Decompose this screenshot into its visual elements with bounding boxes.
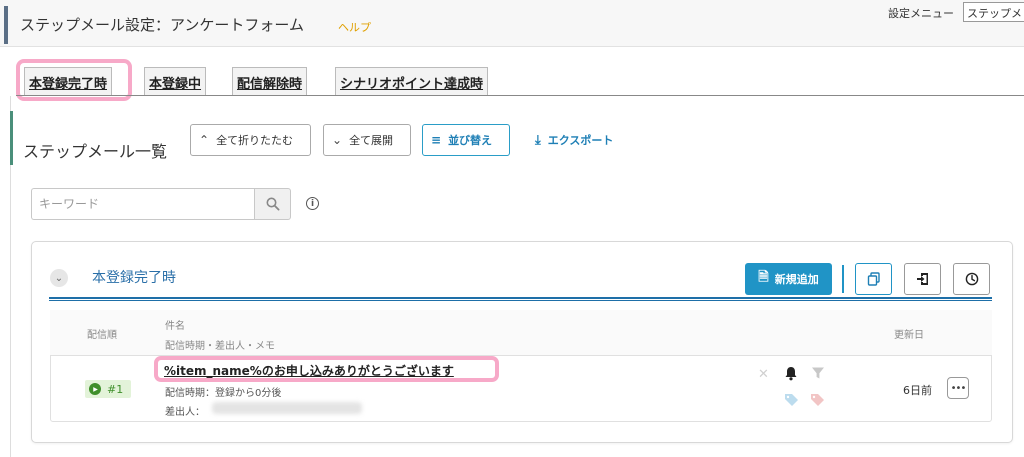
collapse-all-label: 全て折りたたむ xyxy=(216,134,294,147)
mail-sender-label: 差出人： xyxy=(165,407,205,418)
tab-scenario-point[interactable]: シナリオポイント達成時 xyxy=(335,67,489,95)
info-icon[interactable]: i xyxy=(306,197,319,210)
column-header-timing-sender-memo: 配信時期・差出人・メモ xyxy=(165,341,275,352)
mail-timing: 配信時期：登録から0分後 xyxy=(165,388,282,399)
sort-lines-icon: ≡ xyxy=(431,133,442,147)
tab-haishin-kaijo[interactable]: 配信解除時 xyxy=(232,67,308,95)
settings-menu-label: 設定メニュー xyxy=(888,7,954,20)
list-accent-bar xyxy=(10,111,13,165)
mail-subject-link[interactable]: %item_name%のお申し込みありがとうございます xyxy=(164,362,454,379)
copy-button[interactable] xyxy=(855,263,892,295)
mail-updated: 6日前 xyxy=(903,384,932,397)
export-button[interactable]: ⤓ エクスポート xyxy=(527,124,632,156)
funnel-shape xyxy=(812,367,824,379)
delivery-order-badge[interactable]: ▶ #1 xyxy=(85,380,131,398)
new-add-button[interactable]: 🗎 新規追加 xyxy=(745,263,832,295)
sort-button[interactable]: ≡ 並び替え xyxy=(422,124,510,156)
copy-icon xyxy=(867,272,880,286)
column-header-subject: 件名 xyxy=(165,321,185,332)
tag-red-icon[interactable] xyxy=(810,393,825,412)
header-accent-bar xyxy=(4,6,8,44)
play-icon: ▶ xyxy=(89,383,101,395)
filter-icon[interactable] xyxy=(811,366,825,384)
sort-label: 並び替え xyxy=(448,134,493,147)
chevron-up-icon: ⌃ xyxy=(199,133,210,147)
download-icon: ⤓ xyxy=(535,132,541,148)
new-add-label: 新規追加 xyxy=(774,273,819,286)
add-document-icon: 🗎 xyxy=(758,270,769,285)
search-button[interactable] xyxy=(254,188,291,220)
tag-shape-blue xyxy=(785,394,798,406)
settings-menu-select[interactable]: ステップメ xyxy=(963,2,1024,22)
history-button[interactable] xyxy=(953,263,990,295)
collapse-all-button[interactable]: ⌃ 全て折りたたむ xyxy=(190,124,311,156)
chevron-down-icon: ⌄ xyxy=(332,133,343,147)
bell-icon[interactable] xyxy=(784,366,798,385)
page-title: ステップメール設定：アンケートフォーム xyxy=(20,16,304,34)
tab-honorouku-chu[interactable]: 本登録中 xyxy=(144,67,207,95)
column-header-updated: 更新日 xyxy=(894,330,924,341)
expand-all-label: 全て展開 xyxy=(349,134,394,147)
magnifier-icon xyxy=(266,197,280,211)
delivery-order-number: #1 xyxy=(107,382,124,396)
export-label: エクスポート xyxy=(547,134,614,147)
group-toolbar-separator xyxy=(842,265,844,293)
expand-all-button[interactable]: ⌄ 全て展開 xyxy=(323,124,411,156)
import-icon xyxy=(916,273,928,285)
mail-sender-blurred xyxy=(212,402,362,414)
clock-icon xyxy=(965,272,978,286)
list-title: ステップメール一覧 xyxy=(23,142,168,161)
tag-blue-icon[interactable] xyxy=(784,393,799,412)
import-button[interactable] xyxy=(904,263,941,295)
mute-icon[interactable]: ✕ xyxy=(758,367,769,382)
group-title-rule xyxy=(49,297,992,301)
row-more-button[interactable]: ••• xyxy=(947,377,969,399)
search-input[interactable] xyxy=(31,188,255,220)
group-collapse-chevron-icon[interactable]: ⌄ xyxy=(50,269,68,287)
help-link[interactable]: ヘルプ xyxy=(338,19,371,35)
tag-shape-red xyxy=(811,394,824,406)
group-title: 本登録完了時 xyxy=(92,270,176,286)
bell-shape xyxy=(785,367,797,381)
column-header-order: 配信順 xyxy=(87,330,117,341)
